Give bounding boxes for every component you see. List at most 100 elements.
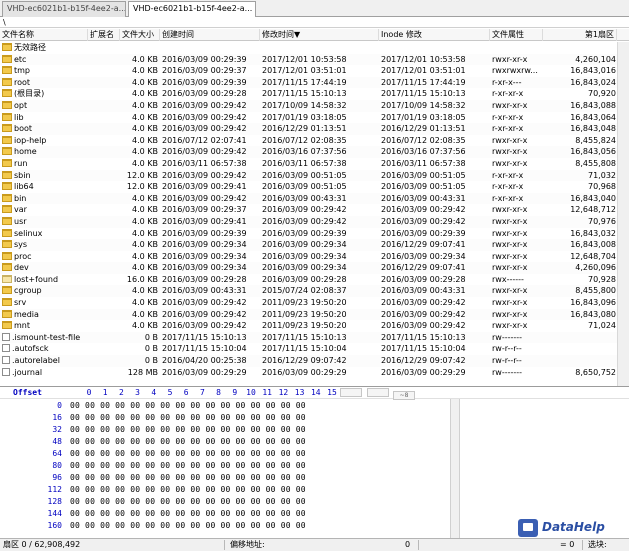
file-size: 128 MB [127,367,158,377]
table-row[interactable]: usr 4.0 KB 2016/03/09 00:29:41 2016/03/09 0… [0,215,629,228]
file-inode-modified: 2016/03/09 00:51:05 [381,170,466,180]
file-name: usr [14,216,27,226]
table-row[interactable]: root 4.0 KB 2016/03/09 00:29:39 2017/11/15 … [0,76,629,89]
file-inode-modified: 2016/03/09 00:29:28 [381,274,466,284]
file-name-cell: media [2,309,88,321]
hex-tool-check-icon[interactable] [340,388,362,397]
file-size: 0 B [144,332,158,342]
hex-bytes: 00 00 00 00 00 00 00 00 00 00 00 00 00 0… [70,449,306,458]
hex-row[interactable]: 112 00 00 00 00 00 00 00 00 00 00 00 00 0… [0,484,340,496]
file-inode-modified: 2016/03/09 00:29:42 [381,205,466,215]
column-header-sector[interactable]: 第1扇区 [543,29,617,41]
file-name: iop-help [14,135,47,145]
file-attributes: rwxr-xr-x [492,228,528,238]
file-created: 2016/03/09 00:29:28 [162,89,247,99]
table-row[interactable]: var 4.0 KB 2016/03/09 00:29:37 2016/03/09 0… [0,204,629,216]
hex-row[interactable]: 144 00 00 00 00 00 00 00 00 00 00 00 00 0… [0,508,340,520]
table-row[interactable]: .journal 128 MB 2016/03/09 00:29:29 2016/03… [0,367,629,379]
table-row[interactable]: proc 4.0 KB 2016/03/09 00:29:34 2016/03/09 … [0,251,629,263]
folder-icon [2,100,12,109]
hex-row[interactable]: 0 00 00 00 00 00 00 00 00 00 00 00 00 00 … [0,400,340,412]
hex-tool-goto-icon[interactable]: ~8 [393,391,416,400]
file-attributes [492,42,542,54]
column-header-inode[interactable]: Inode 修改 [379,29,490,41]
hex-row[interactable]: 160 00 00 00 00 00 00 00 00 00 00 00 00 0… [0,520,340,532]
file-inode-modified: 2016/12/29 01:13:51 [381,124,466,134]
table-row[interactable]: home 4.0 KB 2016/03/09 00:29:42 2016/03/16 … [0,146,629,158]
file-icon [2,367,10,376]
table-row[interactable]: lib64 12.0 KB 2016/03/09 00:29:41 2016/03/0… [0,181,629,193]
table-row[interactable]: srv 4.0 KB 2016/03/09 00:29:42 2011/09/23 1… [0,297,629,309]
column-header-created[interactable]: 创建时间 [160,29,260,41]
table-row[interactable]: selinux 4.0 KB 2016/03/09 00:29:39 2016/03/… [0,228,629,240]
file-name-cell: sys [2,239,88,251]
table-row[interactable]: .ismount-test-file 0 B 2017/11/15 15:10:13… [0,331,629,344]
file-created: 2016/03/09 00:29:42 [162,124,247,134]
file-name: .autofsck [12,344,49,354]
table-row[interactable]: bin 4.0 KB 2016/03/09 00:29:42 2016/03/09 0… [0,192,629,205]
table-row[interactable]: sys 4.0 KB 2016/03/09 00:29:34 2016/03/09 0… [0,239,629,251]
file-first-sector: 16,843,056 [570,147,616,157]
tab-vhd-1[interactable]: VHD-ec6021b1-b15f-4ee2-a... [2,1,126,17]
folder-icon [2,321,12,330]
hex-bytes: 00 00 00 00 00 00 00 00 00 00 00 00 00 0… [70,461,306,470]
file-created: 2016/03/09 00:29:34 [162,251,247,261]
folder-icon [2,193,12,202]
hex-row[interactable]: 16 00 00 00 00 00 00 00 00 00 00 00 00 00… [0,412,340,424]
hex-column-label: 11 [262,388,272,397]
file-name: selinux [14,228,43,238]
file-attributes: r-xr-xr-x [492,89,524,99]
table-row[interactable]: cgroup 4.0 KB 2016/03/09 00:43:31 2015/07/2… [0,285,629,298]
table-row[interactable]: etc 4.0 KB 2016/03/09 00:29:39 2017/12/01 1… [0,53,629,66]
hex-row[interactable]: 64 00 00 00 00 00 00 00 00 00 00 00 00 00… [0,448,340,460]
hex-row[interactable]: 32 00 00 00 00 00 00 00 00 00 00 00 00 00… [0,424,340,436]
file-list-scrollbar[interactable] [617,42,629,386]
file-inode-modified: 2017/10/09 14:58:32 [381,100,466,110]
column-header-modified[interactable]: 修改时间▼ [260,29,379,41]
file-name: home [14,147,37,157]
file-inode-modified: 2016/12/29 09:07:41 [381,263,466,273]
table-row[interactable]: run 4.0 KB 2016/03/11 06:57:38 2016/03/11 0… [0,158,629,170]
hex-header: Offset 0 1 2 3 4 5 6 7 8 9 10 11 12 13 14 15 [0,387,629,399]
table-row[interactable]: media 4.0 KB 2016/03/09 00:29:42 2011/09/23… [0,308,629,321]
table-row[interactable]: lib 4.0 KB 2016/03/09 00:29:42 2017/01/19 0… [0,112,629,124]
file-inode-modified: 2016/03/16 07:37:56 [381,147,466,157]
file-attributes: rwxr-xr-x [492,298,528,308]
file-modified: 2017/12/01 10:53:58 [262,54,347,64]
file-first-sector: 71,032 [588,170,616,180]
column-header-size[interactable]: 文件大小 [120,29,160,41]
table-row[interactable]: sbin 12.0 KB 2016/03/09 00:29:42 2016/03/09… [0,169,629,182]
table-row[interactable]: .autofsck 0 B 2017/11/15 15:10:04 2017/11/1… [0,343,629,355]
column-header-attr[interactable]: 文件属性 [490,29,543,41]
table-row[interactable]: 无效路径 [0,42,629,54]
file-name-cell: (根目录) [2,88,88,100]
file-name-cell: selinux [2,228,88,240]
column-header-name[interactable]: 文件名称 [0,29,88,41]
column-header-ext[interactable]: 扩展名 [88,29,120,41]
status-divider [582,540,583,550]
tab-vhd-2[interactable]: VHD-ec6021b1-b15f-4ee2-a... [128,1,256,18]
table-row[interactable]: iop-help 4.0 KB 2016/07/12 02:07:41 2016/07… [0,135,629,147]
table-row[interactable]: tmp 4.0 KB 2016/03/09 00:29:37 2017/12/01 0… [0,65,629,77]
file-modified: 2016/03/09 00:43:31 [262,193,347,203]
table-row[interactable]: dev 4.0 KB 2016/03/09 00:29:34 2016/03/09 0… [0,262,629,274]
hex-row[interactable]: 80 00 00 00 00 00 00 00 00 00 00 00 00 00… [0,460,340,472]
table-row[interactable]: (根目录) 4.0 KB 2016/03/09 00:29:28 2017/11/15… [0,88,629,100]
hex-scrollbar[interactable] [450,399,460,539]
table-row[interactable]: lost+found 16.0 KB 2016/03/09 00:29:28 2016… [0,274,629,286]
file-name-cell: srv [2,297,88,309]
hex-tool-copy-icon[interactable] [366,388,389,397]
file-created [162,42,258,54]
table-row[interactable]: boot 4.0 KB 2016/03/09 00:29:42 2016/12/29 … [0,123,629,135]
table-row[interactable]: .autorelabel 0 B 2016/04/20 00:25:38 2016/1… [0,355,629,367]
hex-row[interactable]: 128 00 00 00 00 00 00 00 00 00 00 00 00 0… [0,496,340,508]
hex-column-label: 3 [135,388,140,397]
file-created: 2016/03/09 00:29:41 [162,182,247,192]
file-size: 4.0 KB [132,147,158,157]
table-row[interactable]: opt 4.0 KB 2016/03/09 00:29:42 2017/10/09 1… [0,99,629,112]
hex-row[interactable]: 96 00 00 00 00 00 00 00 00 00 00 00 00 00… [0,472,340,484]
file-first-sector: 16,843,008 [570,240,616,250]
file-name-cell: var [2,204,88,216]
hex-row[interactable]: 48 00 00 00 00 00 00 00 00 00 00 00 00 00… [0,436,340,448]
table-row[interactable]: mnt 4.0 KB 2016/03/09 00:29:42 2011/09/23 1… [0,320,629,332]
